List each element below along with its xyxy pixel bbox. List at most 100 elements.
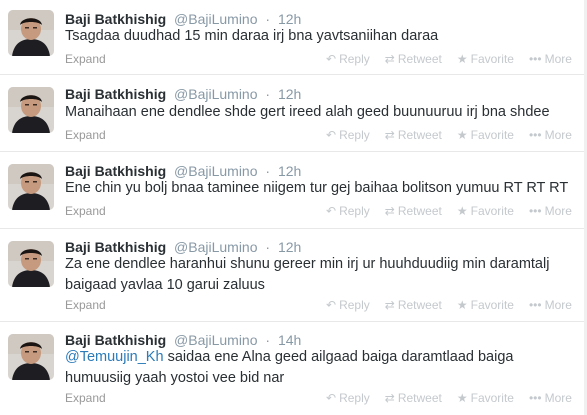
reply-button[interactable]: ↶ Reply (326, 128, 370, 142)
mention-link[interactable]: @Temuujin_Kh (65, 349, 164, 365)
more-button[interactable]: ••• More (529, 298, 572, 312)
reply-label: Reply (339, 204, 370, 218)
header-separator: · (265, 239, 271, 255)
reply-button[interactable]: ↶ Reply (326, 52, 370, 66)
header-separator: · (265, 163, 271, 179)
retweet-icon: ⇄ (384, 128, 395, 142)
avatar[interactable] (8, 334, 54, 380)
header-separator: · (265, 86, 271, 102)
tweet-text: Za ene dendlee haranhui shunu gereer min… (65, 254, 570, 296)
favorite-button[interactable]: ★ Favorite (457, 391, 514, 405)
expand-link[interactable]: Expand (65, 391, 106, 405)
tweet-timestamp[interactable]: 14h (278, 332, 301, 348)
tweet-text: @Temuujin_Kh saidaa ene Alna geed ailgaa… (65, 347, 570, 389)
retweet-icon: ⇄ (384, 52, 395, 66)
tweet-text-content: Ene chin yu bolj bnaa taminee niigem tur… (65, 180, 569, 196)
favorite-button[interactable]: ★ Favorite (457, 52, 514, 66)
tweet-header: Baji Batkhishig @BajiLumino · 12h (65, 85, 301, 103)
retweet-label: Retweet (397, 298, 442, 312)
star-icon: ★ (456, 204, 468, 218)
retweet-button[interactable]: ⇄ Retweet (385, 52, 442, 66)
tweet-actions: ↶ Reply ⇄ Retweet ★ Favorite ••• More (326, 391, 572, 405)
avatar-photo (8, 87, 54, 133)
reply-button[interactable]: ↶ Reply (326, 204, 370, 218)
retweet-button[interactable]: ⇄ Retweet (385, 391, 442, 405)
reply-label: Reply (339, 128, 370, 142)
retweet-button[interactable]: ⇄ Retweet (385, 204, 442, 218)
tweet-timestamp[interactable]: 12h (278, 239, 301, 255)
ellipsis-icon: ••• (528, 204, 542, 218)
tweet-text-content: Tsagdaa duudhad 15 min daraa irj bna yav… (65, 28, 439, 44)
author-username[interactable]: @BajiLumino (174, 11, 257, 27)
reply-button[interactable]: ↶ Reply (326, 298, 370, 312)
retweet-icon: ⇄ (384, 298, 395, 312)
author-fullname[interactable]: Baji Batkhishig (65, 163, 166, 179)
tweet-timestamp[interactable]: 12h (278, 11, 301, 27)
favorite-button[interactable]: ★ Favorite (457, 298, 514, 312)
reply-arrow-icon: ↶ (326, 391, 337, 405)
avatar-photo (8, 164, 54, 210)
author-fullname[interactable]: Baji Batkhishig (65, 332, 166, 348)
tweet-text-content: Manaihaan ene dendlee shde gert ireed al… (65, 104, 550, 120)
star-icon: ★ (456, 298, 468, 312)
favorite-label: Favorite (470, 298, 514, 312)
retweet-icon: ⇄ (384, 391, 395, 405)
author-username[interactable]: @BajiLumino (174, 86, 257, 102)
reply-arrow-icon: ↶ (326, 204, 337, 218)
avatar-photo (8, 10, 54, 56)
avatar-photo (8, 241, 54, 287)
tweet-item[interactable]: Baji Batkhishig @BajiLumino · 12h Manaih… (0, 75, 587, 152)
more-label: More (544, 391, 572, 405)
author-fullname[interactable]: Baji Batkhishig (65, 239, 166, 255)
header-separator: · (265, 332, 271, 348)
more-label: More (544, 298, 572, 312)
avatar[interactable] (8, 241, 54, 287)
author-username[interactable]: @BajiLumino (174, 332, 257, 348)
more-button[interactable]: ••• More (529, 204, 572, 218)
avatar[interactable] (8, 164, 54, 210)
expand-link[interactable]: Expand (65, 128, 106, 142)
tweet-timestamp[interactable]: 12h (278, 163, 301, 179)
tweet-item[interactable]: Baji Batkhishig @BajiLumino · 14h @Temuu… (0, 322, 587, 415)
tweet-item[interactable]: Baji Batkhishig @BajiLumino · 12h Za ene… (0, 229, 587, 322)
ellipsis-icon: ••• (528, 128, 542, 142)
tweet-text: Tsagdaa duudhad 15 min daraa irj bna yav… (65, 26, 570, 47)
avatar[interactable] (8, 87, 54, 133)
tweet-timestamp[interactable]: 12h (278, 86, 301, 102)
more-label: More (544, 128, 572, 142)
more-button[interactable]: ••• More (529, 391, 572, 405)
reply-label: Reply (339, 391, 370, 405)
more-label: More (544, 204, 572, 218)
reply-label: Reply (339, 298, 370, 312)
expand-link[interactable]: Expand (65, 204, 106, 218)
avatar-photo (8, 334, 54, 380)
avatar[interactable] (8, 10, 54, 56)
header-separator: · (265, 11, 271, 27)
reply-arrow-icon: ↶ (326, 298, 337, 312)
star-icon: ★ (456, 391, 468, 405)
tweet-item[interactable]: Baji Batkhishig @BajiLumino · 12h Tsagda… (0, 0, 587, 75)
reply-button[interactable]: ↶ Reply (326, 391, 370, 405)
retweet-label: Retweet (397, 391, 442, 405)
favorite-label: Favorite (470, 128, 514, 142)
author-username[interactable]: @BajiLumino (174, 239, 257, 255)
favorite-button[interactable]: ★ Favorite (457, 128, 514, 142)
reply-label: Reply (339, 52, 370, 66)
retweet-button[interactable]: ⇄ Retweet (385, 128, 442, 142)
author-fullname[interactable]: Baji Batkhishig (65, 86, 166, 102)
retweet-button[interactable]: ⇄ Retweet (385, 298, 442, 312)
expand-link[interactable]: Expand (65, 298, 106, 312)
favorite-label: Favorite (470, 391, 514, 405)
retweet-icon: ⇄ (384, 204, 395, 218)
author-fullname[interactable]: Baji Batkhishig (65, 11, 166, 27)
tweet-item[interactable]: Baji Batkhishig @BajiLumino · 12h Ene ch… (0, 152, 587, 229)
author-username[interactable]: @BajiLumino (174, 163, 257, 179)
favorite-button[interactable]: ★ Favorite (457, 204, 514, 218)
expand-link[interactable]: Expand (65, 52, 106, 66)
star-icon: ★ (456, 128, 468, 142)
more-button[interactable]: ••• More (529, 128, 572, 142)
more-button[interactable]: ••• More (529, 52, 572, 66)
reply-arrow-icon: ↶ (326, 52, 337, 66)
ellipsis-icon: ••• (528, 298, 542, 312)
tweet-actions: ↶ Reply ⇄ Retweet ★ Favorite ••• More (326, 204, 572, 218)
